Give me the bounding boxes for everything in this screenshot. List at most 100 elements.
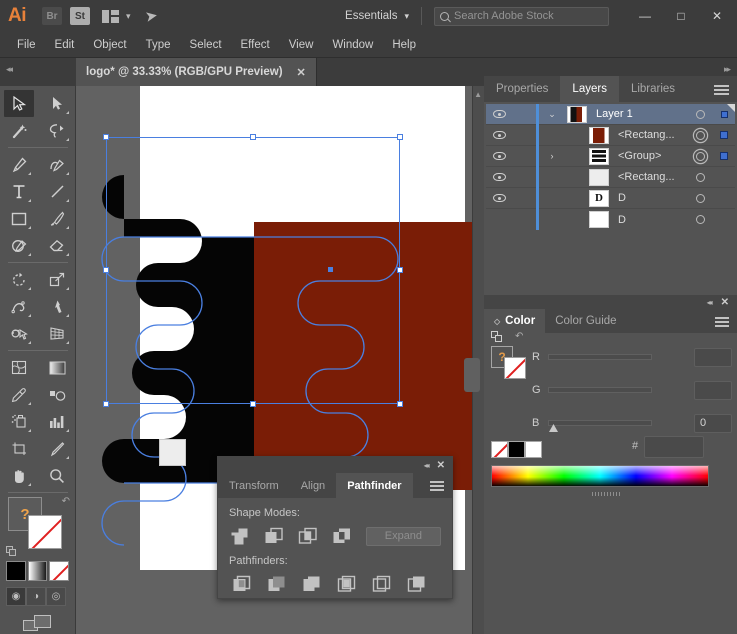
width-tool[interactable] <box>4 293 34 320</box>
slice-tool[interactable] <box>42 435 72 462</box>
layer-name[interactable]: Layer 1 <box>587 108 687 120</box>
mesh-tool[interactable] <box>4 354 34 381</box>
layer-name[interactable]: <Group> <box>609 150 687 162</box>
type-tool[interactable] <box>4 178 34 205</box>
symbol-sprayer-tool[interactable] <box>4 408 34 435</box>
tab-color-guide[interactable]: Color Guide <box>545 309 626 333</box>
paintbrush-tool[interactable] <box>42 205 72 232</box>
selection-handle-bl[interactable] <box>103 401 109 407</box>
layer-target-circle[interactable] <box>687 193 713 203</box>
workspace-switcher[interactable]: Essentials ▾ <box>345 10 409 22</box>
screen-mode-icon[interactable] <box>22 614 53 634</box>
swatch-white[interactable] <box>525 441 542 458</box>
unite-button[interactable] <box>229 526 250 546</box>
pathfinder-close-icon[interactable]: ✕ <box>437 460 445 471</box>
slider-b[interactable]: B 0 <box>532 413 732 433</box>
search-adobe-stock-input[interactable]: Search Adobe Stock <box>434 6 609 26</box>
outline-button[interactable] <box>371 574 393 594</box>
document-tab-close-icon[interactable]: ✕ <box>297 66 306 79</box>
draw-behind-icon[interactable]: ◑ <box>26 587 46 606</box>
tab-properties[interactable]: Properties <box>484 76 560 102</box>
layer-target-circle[interactable] <box>687 215 713 224</box>
menu-select[interactable]: Select <box>181 36 231 54</box>
slider-r-value[interactable] <box>694 347 732 367</box>
slider-b-value[interactable]: 0 <box>694 413 732 433</box>
draw-inside-icon[interactable]: ◎ <box>46 587 66 606</box>
tab-transform[interactable]: Transform <box>218 473 290 498</box>
menu-object[interactable]: Object <box>84 36 135 54</box>
small-square-object[interactable] <box>159 439 186 466</box>
layer-target-circle[interactable] <box>687 130 713 140</box>
selection-handle-mr[interactable] <box>397 267 403 273</box>
selection-handle-tm[interactable] <box>250 134 256 140</box>
bridge-icon[interactable]: Br <box>42 7 62 25</box>
scale-tool[interactable] <box>42 266 72 293</box>
eyedropper-tool[interactable] <box>4 381 34 408</box>
color-panel-collapse-icon[interactable]: ◂◂ <box>707 298 713 307</box>
color-button[interactable] <box>6 561 26 581</box>
color-panel-menu-icon[interactable] <box>715 317 729 327</box>
exclude-button[interactable] <box>332 526 353 546</box>
minus-front-button[interactable] <box>263 526 284 546</box>
free-transform-tool[interactable] <box>42 293 72 320</box>
curvature-tool[interactable] <box>42 151 72 178</box>
document-tab[interactable]: logo* @ 33.33% (RGB/GPU Preview) ✕ <box>76 58 317 86</box>
default-fill-stroke-icon[interactable] <box>6 546 17 557</box>
shaper-tool[interactable] <box>4 232 34 259</box>
intersect-button[interactable] <box>297 526 318 546</box>
layer-name[interactable]: <Rectang... <box>609 129 687 141</box>
layer-name[interactable]: D <box>609 192 687 204</box>
fill-stroke-control[interactable]: ? ↶ <box>6 496 70 557</box>
zoom-tool[interactable] <box>42 462 72 489</box>
eraser-tool[interactable] <box>42 232 72 259</box>
layer-name[interactable]: <Rectang... <box>609 171 687 183</box>
layer-expand-arrow[interactable]: ⌄ <box>539 109 565 120</box>
swatch-black[interactable] <box>508 441 525 458</box>
color-stroke-swatch[interactable] <box>504 357 526 379</box>
color-spectrum-bar[interactable] <box>491 465 709 487</box>
minus-back-button[interactable] <box>406 574 428 594</box>
selection-handle-tr[interactable] <box>397 134 403 140</box>
draw-normal-icon[interactable]: ◉ <box>6 587 26 606</box>
share-rocket-icon[interactable]: ➤ <box>143 6 158 26</box>
menu-window[interactable]: Window <box>323 36 382 54</box>
menu-view[interactable]: View <box>280 36 323 54</box>
swap-fill-stroke-icon[interactable]: ↶ <box>515 331 523 342</box>
table-row[interactable]: D <box>486 209 735 230</box>
slider-g-track[interactable] <box>548 387 652 393</box>
color-panel-close-icon[interactable]: ✕ <box>721 297 729 308</box>
menu-help[interactable]: Help <box>383 36 425 54</box>
layer-visibility-toggle[interactable] <box>486 194 512 202</box>
menu-effect[interactable]: Effect <box>232 36 279 54</box>
trim-button[interactable] <box>266 574 288 594</box>
selection-handle-bm[interactable] <box>250 401 256 407</box>
lasso-tool[interactable] <box>42 117 72 144</box>
layers-panel-menu-icon[interactable] <box>714 85 729 95</box>
layer-visibility-toggle[interactable] <box>486 110 512 118</box>
stock-icon[interactable]: St <box>70 7 90 25</box>
tab-libraries[interactable]: Libraries <box>619 76 687 102</box>
layer-target-circle[interactable] <box>687 151 713 161</box>
table-row[interactable]: ⌄ Layer 1 <box>486 103 735 125</box>
menu-type[interactable]: Type <box>137 36 180 54</box>
slider-g-value[interactable] <box>694 380 732 400</box>
slider-b-track[interactable] <box>548 420 652 432</box>
line-segment-tool[interactable] <box>42 178 72 205</box>
layer-target-circle[interactable] <box>687 109 713 119</box>
table-row[interactable]: <Rectang... <box>486 124 735 146</box>
gradient-tool[interactable] <box>42 354 72 381</box>
slider-g[interactable]: G <box>532 380 732 400</box>
scroll-up-arrow-icon[interactable]: ▲ <box>474 90 482 99</box>
rectangle-tool[interactable] <box>4 205 34 232</box>
merge-button[interactable] <box>301 574 323 594</box>
color-fill-stroke-control[interactable]: ↶ ? <box>491 331 537 383</box>
column-graph-tool[interactable] <box>42 408 72 435</box>
magic-wand-tool[interactable] <box>4 117 34 144</box>
table-row[interactable]: D D <box>486 187 735 209</box>
slider-r-track[interactable] <box>548 354 652 360</box>
none-button[interactable] <box>49 561 70 581</box>
gradient-button[interactable] <box>27 561 48 581</box>
default-fill-stroke-icon[interactable] <box>491 331 502 342</box>
collapse-right-icon[interactable]: ▸▸ <box>724 64 731 75</box>
tab-pathfinder[interactable]: Pathfinder <box>336 473 413 498</box>
